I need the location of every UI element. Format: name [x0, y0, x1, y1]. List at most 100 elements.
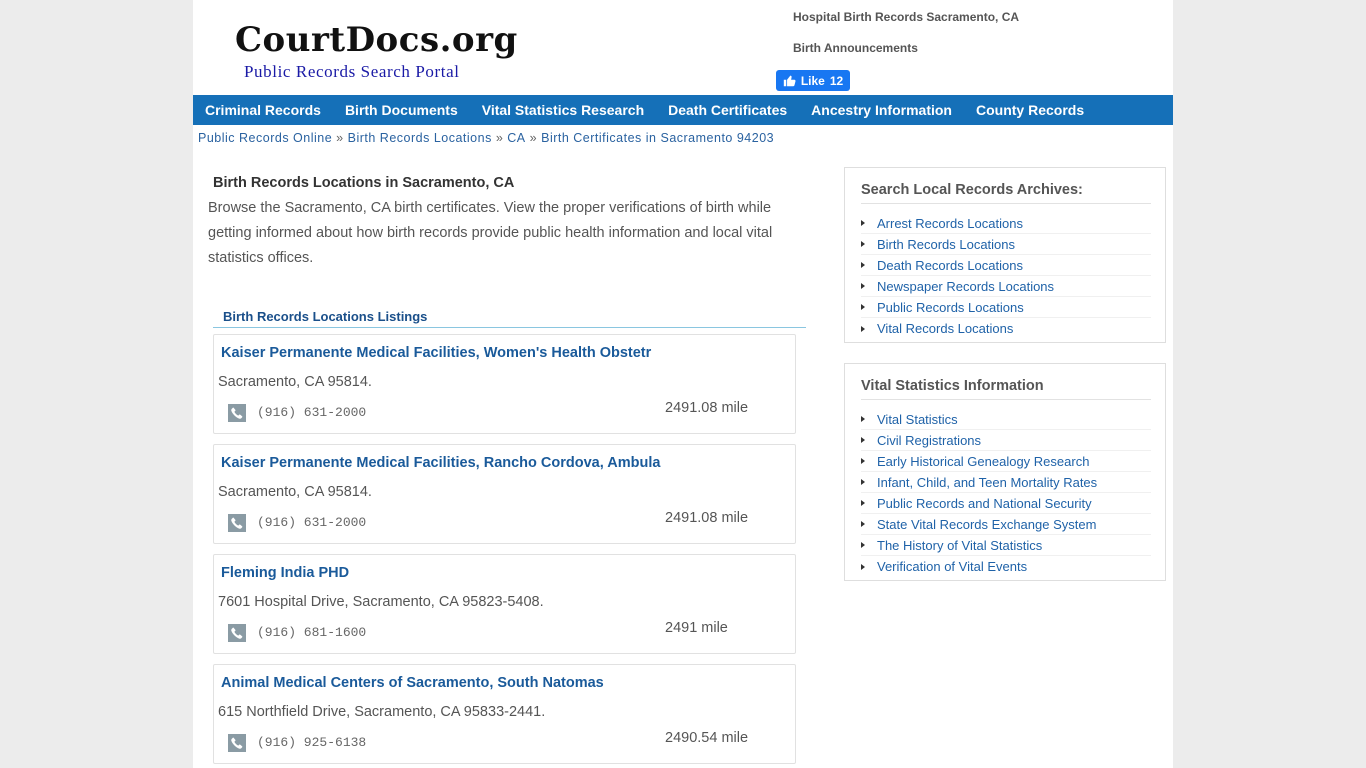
sidebar-item: State Vital Records Exchange System	[861, 514, 1151, 535]
nav-birth-documents[interactable]: Birth Documents	[345, 102, 458, 118]
sidebar-item: Newspaper Records Locations	[861, 276, 1151, 297]
sidebar-local-records: Search Local Records Archives: Arrest Re…	[844, 167, 1166, 343]
triangle-right-icon	[861, 521, 865, 527]
sidebar-item: Early Historical Genealogy Research	[861, 451, 1151, 472]
triangle-right-icon	[861, 479, 865, 485]
triangle-right-icon	[861, 500, 865, 506]
listings-heading: Birth Records Locations Listings	[213, 309, 806, 328]
thumbs-up-icon	[783, 75, 796, 87]
listing-title[interactable]: Kaiser Permanente Medical Facilities, Ra…	[221, 455, 660, 471]
breadcrumb-birth-records-locations[interactable]: Birth Records Locations	[348, 131, 492, 145]
listing-address: Sacramento, CA 95814.	[218, 374, 372, 390]
listing-distance: 2491.08 mile	[665, 400, 749, 416]
breadcrumb: Public Records Online» Birth Records Loca…	[198, 131, 774, 145]
sidebar-link-genealogy-research[interactable]: Early Historical Genealogy Research	[877, 454, 1089, 469]
sidebar-link-birth-records[interactable]: Birth Records Locations	[877, 237, 1015, 252]
breadcrumb-separator: »	[495, 131, 504, 145]
listing-address: 615 Northfield Drive, Sacramento, CA 958…	[218, 704, 546, 720]
intro-text: Browse the Sacramento, CA birth certific…	[208, 200, 773, 266]
listing-phone: (916) 631-2000	[257, 405, 367, 420]
site-logo[interactable]: CourtDocs.org Public Records Search Port…	[235, 20, 518, 82]
triangle-right-icon	[861, 563, 865, 570]
nav-death-certificates[interactable]: Death Certificates	[668, 102, 787, 118]
sidebar-vital-statistics: Vital Statistics Information Vital Stati…	[844, 363, 1166, 581]
sidebar-item: Infant, Child, and Teen Mortality Rates	[861, 472, 1151, 493]
sidebar-link-verification-vital-events[interactable]: Verification of Vital Events	[877, 559, 1027, 574]
header-link-hospital-birth-records[interactable]: Hospital Birth Records Sacramento, CA	[793, 10, 1019, 24]
triangle-right-icon	[861, 325, 865, 332]
sidebar-link-vital-statistics[interactable]: Vital Statistics	[877, 412, 958, 427]
sidebar-link-civil-registrations[interactable]: Civil Registrations	[877, 433, 981, 448]
listing-phone: (916) 631-2000	[257, 515, 367, 530]
breadcrumb-public-records-online[interactable]: Public Records Online	[198, 131, 332, 145]
triangle-right-icon	[861, 241, 865, 247]
triangle-right-icon	[861, 458, 865, 464]
listing-distance: 2490.54 mile	[665, 730, 749, 746]
sidebar-local-records-title: Search Local Records Archives:	[861, 168, 1151, 204]
nav-vital-statistics-research[interactable]: Vital Statistics Research	[482, 102, 644, 118]
sidebar-item: Birth Records Locations	[861, 234, 1151, 255]
sidebar-item: Public Records and National Security	[861, 493, 1151, 514]
triangle-right-icon	[861, 304, 865, 310]
triangle-right-icon	[861, 416, 865, 422]
sidebar-vital-statistics-list: Vital Statistics Civil Registrations Ear…	[861, 409, 1151, 577]
listing-title[interactable]: Kaiser Permanente Medical Facilities, Wo…	[221, 345, 651, 361]
sidebar-link-mortality-rates[interactable]: Infant, Child, and Teen Mortality Rates	[877, 475, 1097, 490]
listing-card: Animal Medical Centers of Sacramento, So…	[213, 664, 796, 764]
facebook-like-label: Like	[800, 73, 825, 88]
nav-criminal-records[interactable]: Criminal Records	[205, 102, 321, 118]
facebook-like-count: 12	[829, 73, 844, 88]
logo-title: CourtDocs.org	[235, 20, 518, 60]
listing-title[interactable]: Fleming India PHD	[221, 565, 349, 581]
sidebar-link-death-records[interactable]: Death Records Locations	[877, 258, 1023, 273]
listing-title[interactable]: Animal Medical Centers of Sacramento, So…	[221, 675, 604, 691]
breadcrumb-separator: »	[336, 131, 344, 145]
sidebar-item: Public Records Locations	[861, 297, 1151, 318]
sidebar-link-newspaper-records[interactable]: Newspaper Records Locations	[877, 279, 1054, 294]
triangle-right-icon	[861, 220, 865, 226]
listing-phone: (916) 925-6138	[257, 735, 367, 750]
facebook-like-button[interactable]: Like 12	[776, 70, 850, 91]
logo-tagline: Public Records Search Portal	[244, 62, 460, 81]
triangle-right-icon	[861, 262, 865, 268]
page-title: Birth Records Locations in Sacramento, C…	[213, 175, 515, 191]
listing-phone: (916) 681-1600	[257, 625, 367, 640]
sidebar-item: Arrest Records Locations	[861, 213, 1151, 234]
phone-icon	[228, 404, 246, 422]
main-nav: Criminal Records Birth Documents Vital S…	[193, 95, 1173, 125]
listing-distance: 2491.08 mile	[665, 510, 749, 526]
triangle-right-icon	[861, 437, 865, 443]
sidebar-link-records-exchange[interactable]: State Vital Records Exchange System	[877, 517, 1096, 532]
header-link-birth-announcements[interactable]: Birth Announcements	[793, 41, 1019, 55]
listing-distance: 2491 mile	[665, 620, 728, 636]
breadcrumb-current-page[interactable]: Birth Certificates in Sacramento 94203	[541, 131, 774, 145]
triangle-right-icon	[861, 542, 865, 548]
header-links: Hospital Birth Records Sacramento, CA Bi…	[793, 10, 1019, 55]
sidebar-link-arrest-records[interactable]: Arrest Records Locations	[877, 216, 1023, 231]
breadcrumb-ca[interactable]: CA	[507, 131, 525, 145]
breadcrumb-separator: »	[529, 131, 538, 145]
sidebar-link-vital-records[interactable]: Vital Records Locations	[877, 321, 1013, 336]
listing-card: Kaiser Permanente Medical Facilities, Ra…	[213, 444, 796, 544]
listing-card: Kaiser Permanente Medical Facilities, Wo…	[213, 334, 796, 434]
phone-icon	[228, 624, 246, 642]
sidebar-vital-statistics-title: Vital Statistics Information	[861, 364, 1151, 400]
sidebar-link-national-security[interactable]: Public Records and National Security	[877, 496, 1092, 511]
sidebar-local-records-list: Arrest Records Locations Birth Records L…	[861, 213, 1151, 339]
listing-card: Fleming India PHD 7601 Hospital Drive, S…	[213, 554, 796, 654]
sidebar-item: Verification of Vital Events	[861, 556, 1151, 577]
nav-county-records[interactable]: County Records	[976, 102, 1084, 118]
phone-icon	[228, 514, 246, 532]
nav-ancestry-information[interactable]: Ancestry Information	[811, 102, 952, 118]
sidebar-item: Vital Statistics	[861, 409, 1151, 430]
listing-address: 7601 Hospital Drive, Sacramento, CA 9582…	[218, 594, 544, 610]
sidebar-link-public-records[interactable]: Public Records Locations	[877, 300, 1024, 315]
sidebar-item: The History of Vital Statistics	[861, 535, 1151, 556]
page-container: CourtDocs.org Public Records Search Port…	[193, 0, 1173, 768]
listing-address: Sacramento, CA 95814.	[218, 484, 372, 500]
sidebar-item: Vital Records Locations	[861, 318, 1151, 339]
main-content: Birth Records Locations in Sacramento, C…	[208, 175, 808, 764]
sidebar-link-history-vital-statistics[interactable]: The History of Vital Statistics	[877, 538, 1042, 553]
sidebar-item: Death Records Locations	[861, 255, 1151, 276]
sidebar-item: Civil Registrations	[861, 430, 1151, 451]
